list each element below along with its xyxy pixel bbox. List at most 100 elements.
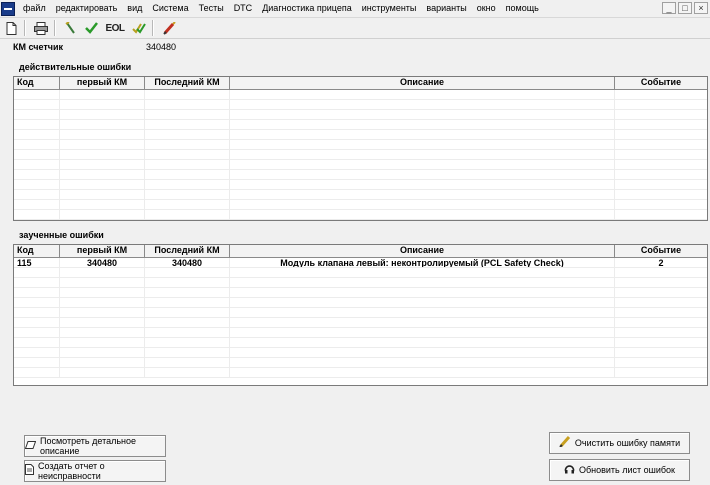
table-row[interactable]: [14, 308, 707, 318]
cell-last-km: [145, 180, 230, 189]
cell-last-km: [145, 110, 230, 119]
cell-first-km: 340480: [60, 258, 145, 267]
create-report-button[interactable]: Создать отчет о неисправности: [24, 460, 166, 482]
table-row[interactable]: [14, 170, 707, 180]
column-header-code[interactable]: Код: [14, 245, 60, 257]
cell-description: [230, 298, 615, 307]
stored-faults-table[interactable]: Код первый КМ Последний КМ Описание Собы…: [13, 244, 708, 386]
table-row[interactable]: [14, 100, 707, 110]
column-header-description[interactable]: Описание: [230, 77, 615, 89]
menu-help[interactable]: помощь: [501, 0, 544, 17]
cell-code: [14, 170, 60, 179]
table-row[interactable]: [14, 200, 707, 210]
column-header-first-km[interactable]: первый КМ: [60, 245, 145, 257]
view-details-button[interactable]: Посмотреть детальное описание: [24, 435, 166, 457]
cell-event: [615, 130, 707, 139]
toolbar-separator: [24, 20, 26, 36]
cell-last-km: [145, 298, 230, 307]
cell-description: [230, 180, 615, 189]
column-header-event[interactable]: Событие: [615, 245, 707, 257]
table-row[interactable]: [14, 210, 707, 220]
check-icon[interactable]: [82, 19, 100, 37]
menu-dtc[interactable]: DTC: [229, 0, 258, 17]
table-row[interactable]: [14, 368, 707, 378]
table-row[interactable]: 115 340480 340480 Модуль клапана левый: нек…: [14, 258, 707, 268]
column-header-code[interactable]: Код: [14, 77, 60, 89]
menu-window[interactable]: окно: [472, 0, 501, 17]
column-header-description[interactable]: Описание: [230, 245, 615, 257]
table-row[interactable]: [14, 328, 707, 338]
maximize-button[interactable]: □: [678, 2, 692, 14]
menu-system[interactable]: Система: [147, 0, 193, 17]
table-row[interactable]: [14, 358, 707, 368]
cell-description: [230, 268, 615, 277]
eraser-pen-icon[interactable]: [160, 19, 178, 37]
cell-first-km: [60, 150, 145, 159]
toolbar-separator: [54, 20, 56, 36]
cell-code: [14, 348, 60, 357]
table-row[interactable]: [14, 348, 707, 358]
cell-event: [615, 120, 707, 129]
menu-tests[interactable]: Тесты: [194, 0, 229, 17]
refresh-list-label: Обновить лист ошибок: [578, 465, 675, 475]
cell-code: [14, 200, 60, 209]
table-row[interactable]: [14, 110, 707, 120]
cell-description: [230, 338, 615, 347]
cell-event: [615, 278, 707, 287]
table-row[interactable]: [14, 120, 707, 130]
table-row[interactable]: [14, 180, 707, 190]
cell-first-km: [60, 110, 145, 119]
cell-last-km: [145, 210, 230, 219]
cell-event: [615, 358, 707, 367]
create-report-label: Создать отчет о неисправности: [38, 461, 105, 481]
column-header-first-km[interactable]: первый КМ: [60, 77, 145, 89]
cell-description: [230, 130, 615, 139]
active-faults-header: Код первый КМ Последний КМ Описание Собы…: [14, 77, 707, 90]
table-row[interactable]: [14, 130, 707, 140]
table-row[interactable]: [14, 318, 707, 328]
table-row[interactable]: [14, 298, 707, 308]
app-icon[interactable]: [1, 1, 15, 16]
table-row[interactable]: [14, 190, 707, 200]
column-header-last-km[interactable]: Последний КМ: [145, 245, 230, 257]
table-row[interactable]: [14, 268, 707, 278]
close-button[interactable]: ×: [694, 2, 708, 14]
column-header-event[interactable]: Событие: [615, 77, 707, 89]
cell-code: [14, 110, 60, 119]
menu-view[interactable]: вид: [122, 0, 147, 17]
table-row[interactable]: [14, 90, 707, 100]
cell-event: [615, 210, 707, 219]
cell-first-km: [60, 268, 145, 277]
wrench-icon[interactable]: [62, 19, 80, 37]
double-check-icon[interactable]: [130, 19, 148, 37]
table-row[interactable]: [14, 150, 707, 160]
table-row[interactable]: [14, 278, 707, 288]
cell-first-km: [60, 120, 145, 129]
eraser-pen-icon: [559, 436, 571, 450]
menu-file[interactable]: файл: [18, 0, 51, 17]
menu-edit[interactable]: редактировать: [51, 0, 123, 17]
active-faults-table[interactable]: Код первый КМ Последний КМ Описание Собы…: [13, 76, 708, 221]
menu-options[interactable]: варианты: [421, 0, 471, 17]
cell-code: [14, 130, 60, 139]
minimize-button[interactable]: _: [662, 2, 676, 14]
table-row[interactable]: [14, 338, 707, 348]
print-icon[interactable]: [32, 19, 50, 37]
cell-description: [230, 278, 615, 287]
eol-icon[interactable]: EOL: [102, 19, 128, 37]
column-header-last-km[interactable]: Последний КМ: [145, 77, 230, 89]
cell-last-km: [145, 338, 230, 347]
new-document-icon[interactable]: [2, 19, 20, 37]
cell-event: [615, 308, 707, 317]
table-row[interactable]: [14, 140, 707, 150]
table-row[interactable]: [14, 160, 707, 170]
menu-trailer-diagnostics[interactable]: Диагностика прицепа: [257, 0, 357, 17]
cell-description: [230, 368, 615, 377]
clear-memory-button[interactable]: Очистить ошибку памяти: [549, 432, 690, 454]
cell-code: [14, 268, 60, 277]
cell-last-km: [145, 318, 230, 327]
menu-tools[interactable]: инструменты: [357, 0, 422, 17]
cell-description: [230, 150, 615, 159]
table-row[interactable]: [14, 288, 707, 298]
refresh-list-button[interactable]: Обновить лист ошибок: [549, 459, 690, 481]
